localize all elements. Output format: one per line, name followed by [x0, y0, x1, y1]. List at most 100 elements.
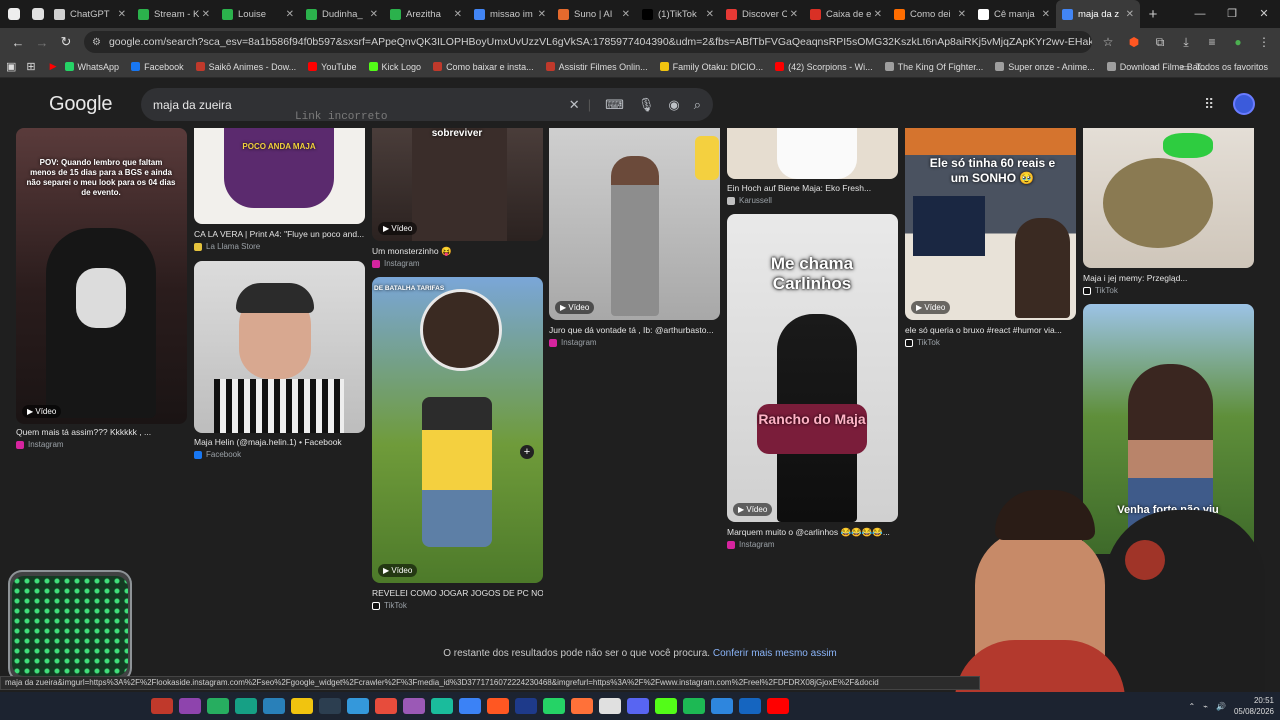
bookmark-star-icon[interactable]: ☆ — [1098, 35, 1118, 50]
tab-close-icon[interactable]: ✕ — [370, 9, 378, 20]
taskbar-app-icon[interactable] — [263, 698, 285, 714]
new-tab-button[interactable]: + — [1140, 6, 1166, 23]
bookmark-item[interactable]: Family Otaku: DICIO... — [659, 62, 763, 72]
browser-tab[interactable]: Discover C ✕ — [720, 0, 804, 28]
browser-tab[interactable]: maja da z ✕ — [1056, 0, 1140, 28]
bookmark-item[interactable]: WhatsApp — [64, 62, 119, 72]
site-info-icon[interactable]: ⚙ — [92, 37, 101, 48]
tab-close-icon[interactable]: ✕ — [874, 9, 882, 20]
profile-icon[interactable]: ● — [1228, 35, 1248, 50]
tab-close-icon[interactable]: ✕ — [790, 9, 798, 20]
sidebar-icon[interactable]: ▣ — [6, 60, 16, 73]
browser-tab[interactable]: missao im ✕ — [468, 0, 552, 28]
taskbar-app-icon[interactable] — [235, 698, 257, 714]
clock[interactable]: 20:51 05/08/2026 — [1234, 695, 1274, 717]
search-input[interactable]: maja da zueira — [153, 98, 555, 112]
taskbar-app-icon[interactable] — [515, 698, 537, 714]
taskbar-app-icon[interactable] — [571, 698, 593, 714]
result-caption[interactable]: ele só queria o bruxo #react #humor via.… — [905, 325, 1076, 335]
reload-button[interactable]: ↻ — [54, 34, 78, 50]
result-source[interactable]: TikTok — [372, 601, 407, 610]
result-source[interactable]: La Llama Store — [194, 242, 260, 251]
address-bar[interactable]: ⚙ google.com/search?sca_esv=8a1b586f94f0… — [84, 31, 1092, 53]
tab-close-icon[interactable]: ✕ — [118, 9, 126, 20]
bookmark-item[interactable]: Como baixar e insta... — [433, 62, 534, 72]
add-icon[interactable]: + — [520, 445, 534, 459]
taskbar-app-icon[interactable] — [487, 698, 509, 714]
tab-close-icon[interactable]: ✕ — [1042, 9, 1050, 20]
taskbar-app-icon[interactable] — [179, 698, 201, 714]
result-source[interactable]: TikTok — [1083, 286, 1118, 295]
taskbar-app-icon[interactable] — [459, 698, 481, 714]
bookmark-item[interactable]: The King Of Fighter... — [884, 62, 983, 72]
bookmark-item[interactable]: Kick Logo — [368, 62, 421, 72]
keyboard-icon[interactable]: ⌨ — [605, 97, 624, 113]
bookmark-item[interactable]: Super onze - Anime... — [995, 62, 1095, 72]
result-thumbnail[interactable]: sobreviver ▶ Vídeo — [372, 128, 543, 241]
taskbar-app-icon[interactable] — [151, 698, 173, 714]
taskbar-app-icon[interactable] — [403, 698, 425, 714]
result-source[interactable]: Instagram — [372, 259, 420, 268]
taskbar-app-icon[interactable] — [207, 698, 229, 714]
result-source[interactable]: Instagram — [727, 540, 775, 549]
browser-tab[interactable]: (1)TikTok ✕ — [636, 0, 720, 28]
all-bookmarks-button[interactable]: Todos os favoritos — [1195, 62, 1268, 72]
extensions-icon[interactable]: ⧉ — [1150, 35, 1170, 50]
browser-tab[interactable]: Cê manja ✕ — [972, 0, 1056, 28]
tab-close-icon[interactable]: ✕ — [958, 9, 966, 20]
taskbar-app-icon[interactable] — [711, 698, 733, 714]
media-control-icon[interactable]: ≡ — [1202, 35, 1222, 50]
apps-icon[interactable]: ⊞ — [26, 60, 35, 73]
close-window-button[interactable]: ✕ — [1248, 0, 1280, 28]
result-source[interactable]: TikTok — [905, 338, 940, 347]
browser-tab[interactable]: Dudinha_ ✕ — [300, 0, 384, 28]
youtube-icon[interactable]: ▶ — [50, 61, 57, 72]
browser-tab[interactable]: Louise ✕ — [216, 0, 300, 28]
result-caption[interactable]: REVELEI COMO JOGAR JOGOS DE PC NO... — [372, 588, 543, 598]
tab-search-button[interactable] — [0, 0, 28, 28]
lens-icon[interactable]: ◉ — [668, 97, 679, 113]
tab-close-icon[interactable]: ✕ — [202, 9, 210, 20]
tray-chevron-icon[interactable]: ⌃ — [1188, 702, 1195, 711]
minimize-button[interactable]: — — [1184, 0, 1216, 28]
bookmark-item[interactable]: Saikō Animes - Dow... — [195, 62, 296, 72]
tab-close-icon[interactable]: ✕ — [622, 9, 630, 20]
download-icon[interactable]: ⤓ — [1176, 35, 1196, 50]
microphone-icon[interactable]: 🎙 — [638, 97, 655, 113]
bookmark-item[interactable]: (42) Scorpions - Wi... — [775, 62, 873, 72]
result-source[interactable]: Karussell — [727, 196, 772, 205]
browser-tab[interactable]: Suno | AI ✕ — [552, 0, 636, 28]
taskbar-app-icon[interactable] — [431, 698, 453, 714]
browser-tab[interactable]: Como dei ✕ — [888, 0, 972, 28]
browser-tab[interactable]: Caixa de e ✕ — [804, 0, 888, 28]
result-thumbnail[interactable]: ▶ Vídeo — [549, 128, 720, 320]
taskbar-app-icon[interactable] — [627, 698, 649, 714]
result-caption[interactable]: Marquem muito o @carlinhos 😂😂😂😂... — [727, 527, 898, 538]
result-thumbnail[interactable]: POCO ANDA MAJA — [194, 128, 365, 224]
tab-close-icon[interactable]: ✕ — [706, 9, 714, 20]
bookmark-item[interactable]: YouTube — [308, 62, 357, 72]
browser-tab[interactable]: ChatGPT ✕ — [48, 0, 132, 28]
result-thumbnail[interactable] — [1083, 128, 1254, 268]
result-thumbnail[interactable]: Ele só tinha 60 reais e um SONHO 🥹 ▶ Víd… — [905, 128, 1076, 320]
brave-shield-icon[interactable]: ⬢ — [1124, 35, 1144, 50]
result-source[interactable]: Instagram — [549, 338, 597, 347]
browser-tab[interactable]: Arezitha ✕ — [384, 0, 468, 28]
browser-tab[interactable]: Stream - K ✕ — [132, 0, 216, 28]
tab-close-icon[interactable]: ✕ — [454, 9, 462, 20]
result-caption[interactable]: Um monsterzinho 😝 — [372, 246, 543, 257]
back-button[interactable]: ← — [6, 35, 30, 50]
result-thumbnail[interactable]: DE BATALHA TARIFAS + ▶ Vídeo — [372, 277, 543, 583]
result-caption[interactable]: CA LA VERA | Print A4: "Fluye un poco an… — [194, 229, 365, 239]
taskbar-app-icon[interactable] — [599, 698, 621, 714]
account-avatar[interactable] — [1233, 93, 1255, 115]
google-apps-icon[interactable]: ⠿ — [1204, 96, 1214, 113]
taskbar-app-icon[interactable] — [739, 698, 761, 714]
maximize-button[interactable]: ❐ — [1216, 0, 1248, 28]
result-source[interactable]: Instagram — [16, 440, 64, 449]
tab-close-icon[interactable]: ✕ — [1126, 9, 1134, 20]
see-more-anyway-link[interactable]: Conferir mais mesmo assim — [713, 648, 837, 659]
result-caption[interactable]: Maja i jej memy: Przegląd... — [1083, 273, 1254, 283]
result-caption[interactable]: Ein Hoch auf Biene Maja: Eko Fresh... — [727, 183, 898, 193]
result-thumbnail[interactable]: Me chama Carlinhos Rancho do Maja ▶ Víde… — [727, 214, 898, 522]
